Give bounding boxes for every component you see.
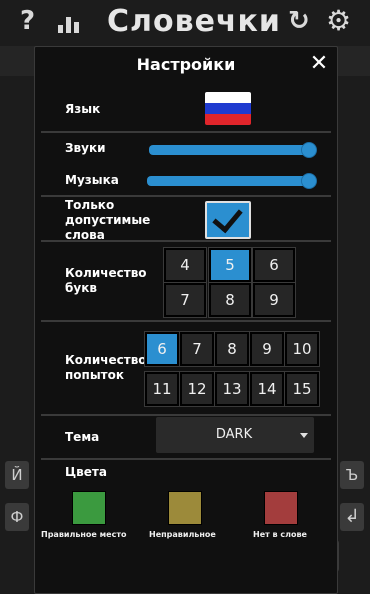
language-label: Язык (65, 102, 101, 116)
key-left-2[interactable]: Ф (5, 503, 29, 531)
app-title: Словечки (107, 4, 281, 39)
theme-dropdown[interactable]: DARK (156, 417, 314, 453)
stats-icon[interactable] (58, 15, 82, 33)
divider (41, 195, 331, 197)
dialog-title: Настройки (136, 55, 236, 74)
attempts-option-selected[interactable]: 6 (144, 331, 180, 367)
letters-option[interactable]: 9 (252, 282, 296, 318)
help-icon[interactable]: ? (20, 6, 35, 36)
attempts-label: Количество попыток (65, 353, 147, 382)
valid-only-label: Только допустимые слова (65, 198, 151, 242)
attempts-option[interactable]: 7 (179, 331, 215, 367)
attempts-option[interactable]: 11 (144, 371, 180, 407)
top-bar: ? Словечки ↻ ⚙ (0, 0, 370, 46)
music-slider[interactable] (147, 176, 309, 186)
attempts-option[interactable]: 14 (249, 371, 285, 407)
letters-label: Количество букв (65, 266, 147, 295)
letters-option[interactable]: 7 (163, 282, 207, 318)
attempts-option[interactable]: 15 (284, 371, 320, 407)
divider (41, 458, 331, 460)
divider (41, 320, 331, 322)
attempts-option[interactable]: 9 (249, 331, 285, 367)
music-slider-handle[interactable] (301, 173, 317, 189)
correct-color-swatch[interactable] (72, 491, 106, 525)
theme-label: Тема (65, 430, 100, 444)
divider (41, 414, 331, 416)
key-left-1[interactable]: Й (5, 461, 29, 489)
letters-option[interactable]: 8 (208, 282, 252, 318)
close-icon[interactable]: ✕ (307, 51, 331, 76)
theme-value: DARK (215, 427, 253, 442)
divider (41, 240, 331, 242)
gear-icon[interactable]: ⚙ (326, 4, 351, 37)
letters-option[interactable]: 6 (252, 247, 296, 283)
sounds-slider[interactable] (149, 145, 309, 155)
attempts-option[interactable]: 10 (284, 331, 320, 367)
attempts-option[interactable]: 12 (179, 371, 215, 407)
absent-color-swatch[interactable] (264, 491, 298, 525)
attempts-option[interactable]: 8 (214, 331, 250, 367)
letters-option-selected[interactable]: 5 (208, 247, 252, 283)
refresh-icon[interactable]: ↻ (288, 6, 310, 36)
colors-label: Цвета (65, 465, 107, 479)
enter-icon[interactable]: ↲ (340, 503, 364, 531)
misplaced-color-label: Неправильное (149, 530, 216, 539)
chevron-down-icon (300, 433, 308, 438)
key-right-1[interactable]: Ъ (340, 461, 364, 489)
absent-color-label: Нет в слове (253, 530, 307, 539)
settings-dialog: Настройки ✕ Язык Звуки Музыка Только доп… (34, 46, 338, 594)
divider (41, 131, 331, 133)
misplaced-color-swatch[interactable] (168, 491, 202, 525)
sounds-label: Звуки (65, 141, 106, 155)
sounds-slider-handle[interactable] (301, 142, 317, 158)
attempts-option[interactable]: 13 (214, 371, 250, 407)
correct-color-label: Правильное место (41, 530, 127, 539)
russia-flag-icon[interactable] (205, 92, 251, 125)
valid-only-checkbox[interactable] (205, 201, 251, 239)
letters-option[interactable]: 4 (163, 247, 207, 283)
checkmark-icon (212, 201, 243, 234)
music-label: Музыка (65, 173, 119, 187)
